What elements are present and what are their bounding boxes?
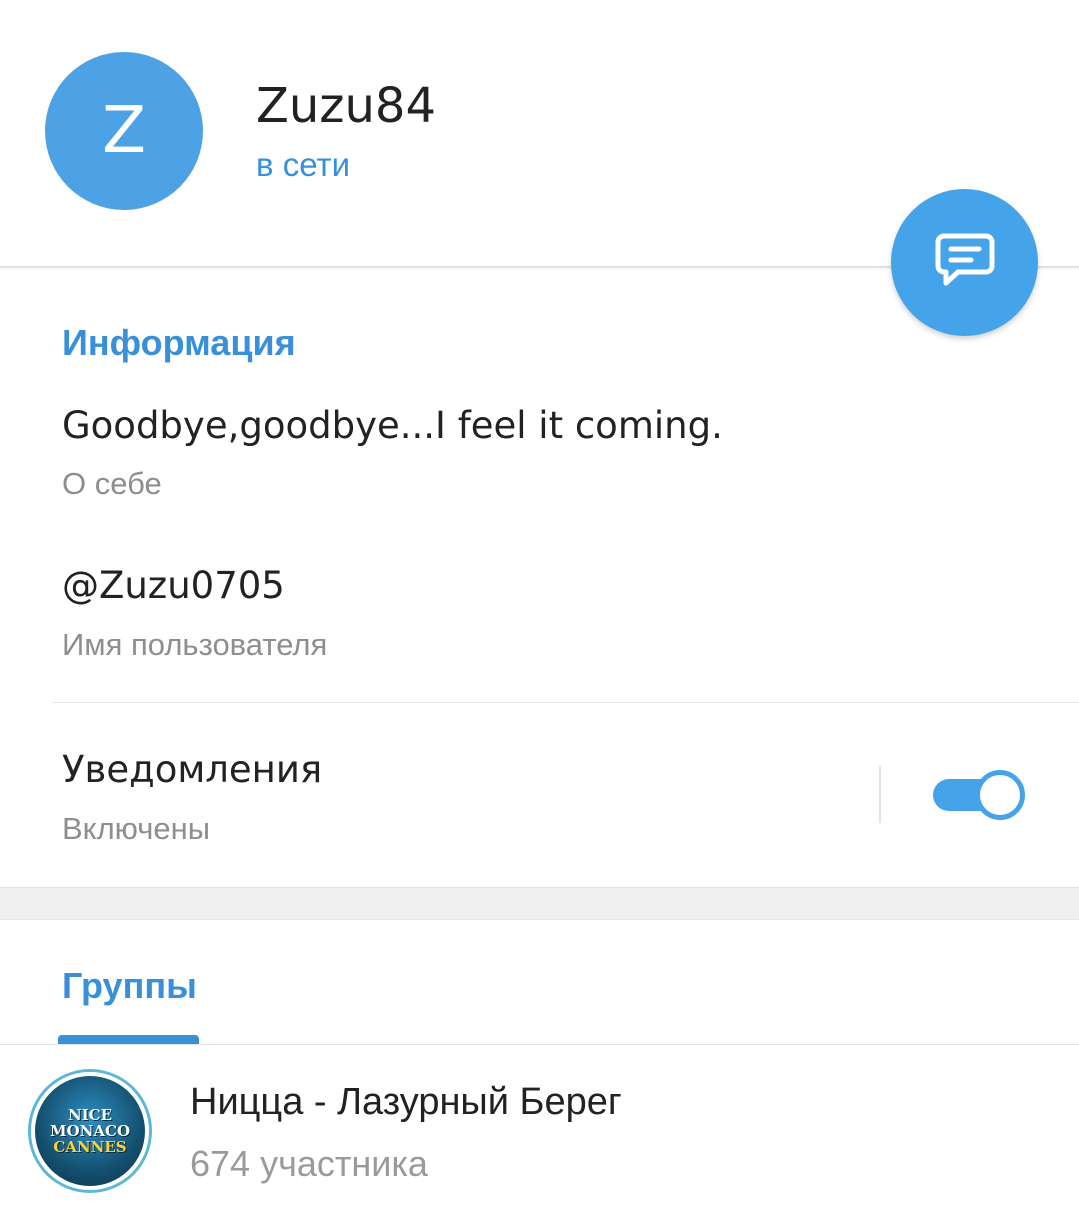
- notifications-toggle[interactable]: [933, 767, 1025, 823]
- vertical-separator: [879, 766, 881, 823]
- group-logo-text: NICE: [67, 1106, 113, 1124]
- group-member-count: 674 участника: [190, 1143, 428, 1184]
- notifications-status: Включены: [62, 811, 211, 846]
- online-status: в сети: [256, 146, 351, 183]
- toggle-knob: [975, 770, 1025, 820]
- username-label: Имя пользователя: [62, 627, 328, 662]
- group-list-item[interactable]: NICE MONACO CANNES Ницца - Лазурный Бере…: [0, 1045, 1079, 1218]
- group-name: Ницца - Лазурный Берег: [190, 1081, 622, 1123]
- profile-name: Zuzu84: [256, 78, 436, 134]
- group-logo-text: MONACO: [49, 1122, 131, 1140]
- profile-avatar[interactable]: Z: [45, 52, 203, 210]
- group-avatar: NICE MONACO CANNES: [31, 1072, 149, 1190]
- username-value[interactable]: @Zuzu0705: [62, 564, 285, 607]
- section-divider: [52, 702, 1079, 703]
- bio-value[interactable]: Goodbye,goodbye...I feel it coming.: [62, 404, 723, 447]
- group-logo-text: CANNES: [53, 1138, 127, 1156]
- avatar-letter: Z: [102, 94, 146, 168]
- section-separator: [0, 887, 1079, 920]
- tab-groups[interactable]: Группы: [62, 965, 197, 1007]
- tab-active-indicator: [58, 1035, 199, 1044]
- info-section-title: Информация: [62, 322, 296, 363]
- message-icon: [934, 230, 996, 295]
- send-message-button[interactable]: [891, 189, 1038, 336]
- bio-label: О себе: [62, 466, 162, 501]
- notifications-title[interactable]: Уведомления: [62, 748, 322, 791]
